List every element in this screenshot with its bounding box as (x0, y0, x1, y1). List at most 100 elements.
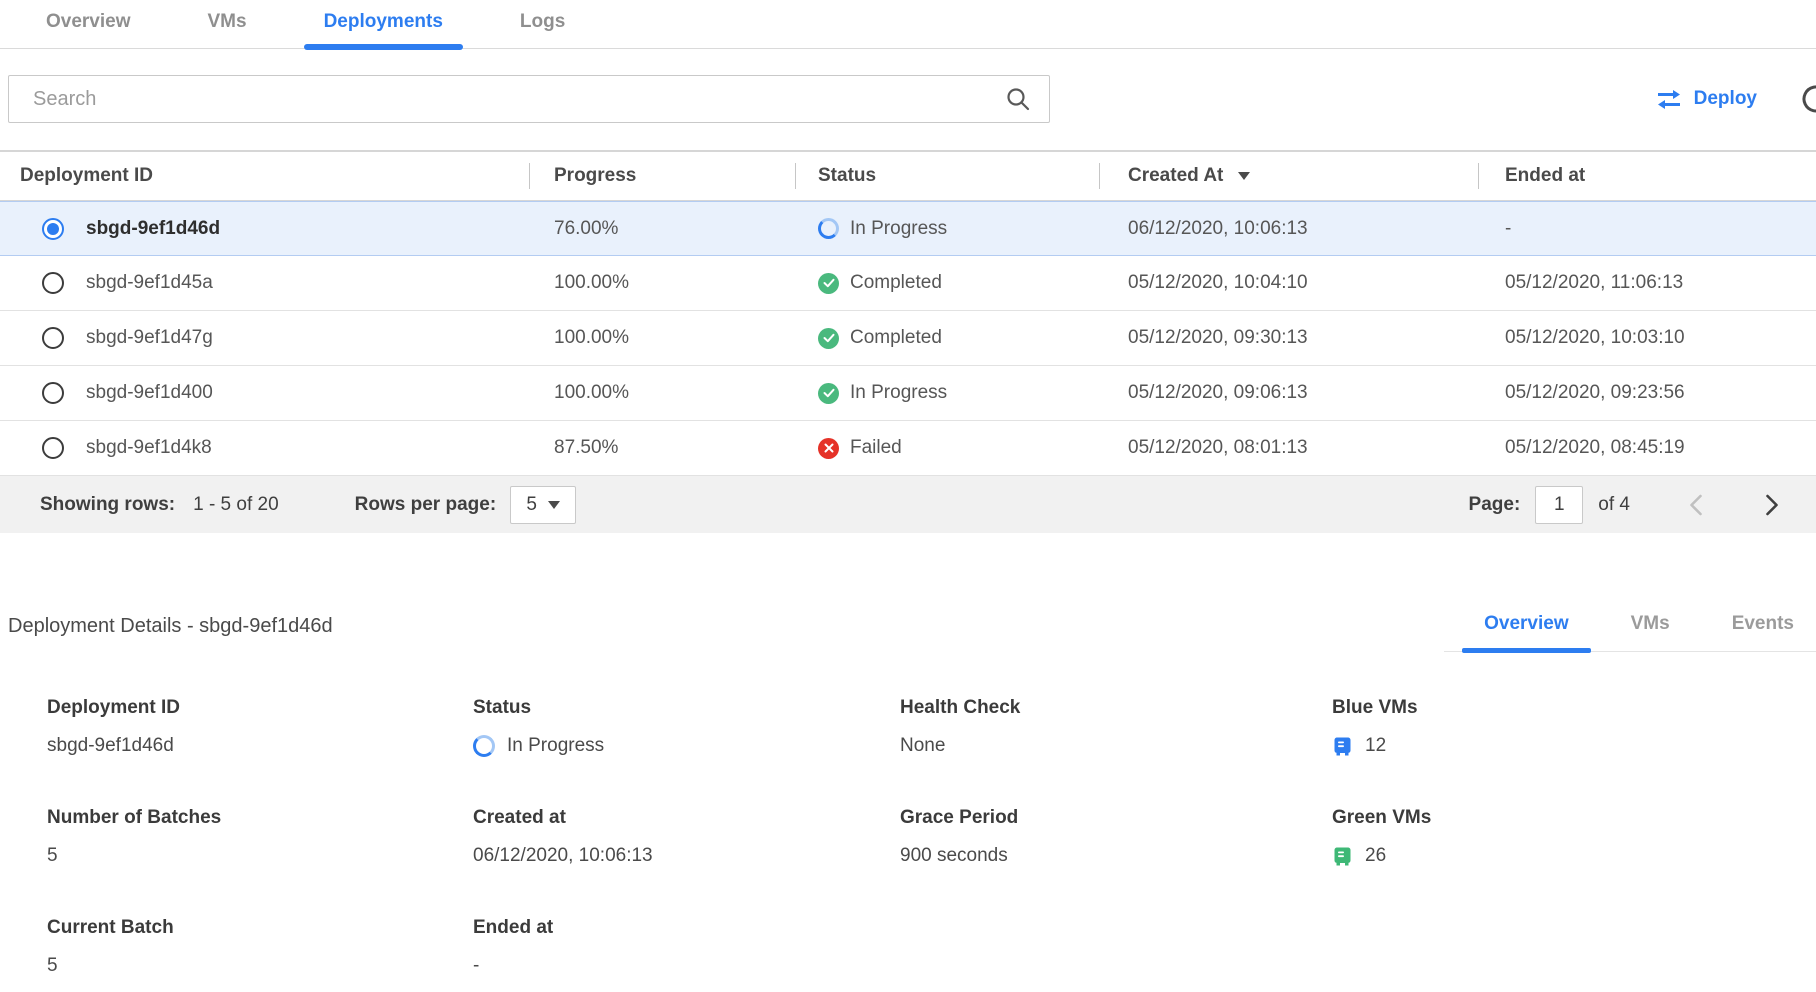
field-label: Status (473, 697, 900, 719)
field-current-batch: Current Batch 5 (47, 917, 473, 978)
main-tabbar: Overview VMs Deployments Logs (0, 0, 1816, 49)
created-at-value: 05/12/2020, 08:01:13 (1099, 437, 1478, 459)
rows-per-page-value: 5 (526, 494, 537, 516)
ended-at-value: 05/12/2020, 09:23:56 (1478, 382, 1816, 404)
field-value: - (473, 955, 479, 977)
radio-button[interactable] (42, 218, 64, 240)
previous-page-icon[interactable] (1676, 485, 1716, 525)
toolbar-actions: Deploy (1655, 82, 1816, 116)
tab-overview[interactable]: Overview (26, 0, 151, 48)
tab-logs[interactable]: Logs (500, 0, 585, 48)
showing-rows-label: Showing rows: (40, 494, 175, 516)
field-green-vms: Green VMs 26 (1332, 807, 1816, 868)
field-value: None (900, 735, 945, 757)
field-value: 12 (1365, 735, 1386, 757)
field-value: sbgd-9ef1d46d (47, 735, 174, 757)
in-progress-spinner-icon (818, 218, 839, 239)
page-number-input[interactable] (1535, 486, 1583, 524)
ended-at-value: - (1478, 218, 1816, 240)
details-grid: Deployment ID sbgd-9ef1d46d Status In Pr… (0, 652, 1816, 978)
column-header-created-at[interactable]: Created At (1099, 152, 1478, 200)
field-ended-at: Ended at - (473, 917, 900, 978)
radio-button[interactable] (42, 272, 64, 294)
table-row[interactable]: sbgd-9ef1d47g 100.00% Completed 05/12/20… (0, 311, 1816, 366)
field-label: Created at (473, 807, 900, 829)
table-row[interactable]: sbgd-9ef1d400 100.00% In Progress 05/12/… (0, 366, 1816, 421)
sort-desc-icon (1238, 172, 1250, 180)
completed-check-icon (818, 273, 839, 294)
refresh-icon[interactable] (1799, 82, 1816, 116)
deployment-id: sbgd-9ef1d400 (86, 382, 213, 404)
field-number-of-batches: Number of Batches 5 (47, 807, 473, 868)
column-header-ended-at: Ended at (1478, 152, 1816, 200)
search-icon (1005, 86, 1031, 112)
status-label: Completed (850, 327, 942, 349)
radio-button[interactable] (42, 327, 64, 349)
deployment-id: sbgd-9ef1d4k8 (86, 437, 212, 459)
showing-rows-value: 1 - 5 of 20 (193, 494, 279, 516)
deploy-button[interactable]: Deploy (1655, 88, 1757, 110)
details-tab-overview[interactable]: Overview (1462, 607, 1591, 651)
details-tab-vms[interactable]: VMs (1609, 607, 1692, 651)
field-created-at: Created at 06/12/2020, 10:06:13 (473, 807, 900, 868)
created-at-value: 05/12/2020, 10:04:10 (1099, 272, 1478, 294)
table-row[interactable]: sbgd-9ef1d4k8 87.50% Failed 05/12/2020, … (0, 421, 1816, 476)
column-header-progress: Progress (529, 152, 795, 200)
deployment-id: sbgd-9ef1d45a (86, 272, 213, 294)
column-header-deployment-id: Deployment ID (0, 152, 529, 200)
deploy-label: Deploy (1694, 88, 1757, 110)
chevron-down-icon (548, 501, 560, 509)
page-total: of 4 (1598, 494, 1630, 516)
table-row[interactable]: sbgd-9ef1d45a 100.00% Completed 05/12/20… (0, 256, 1816, 311)
progress-value: 100.00% (529, 382, 795, 404)
field-label: Number of Batches (47, 807, 473, 829)
table-footer: Showing rows: 1 - 5 of 20 Rows per page:… (0, 476, 1816, 533)
field-label: Grace Period (900, 807, 1332, 829)
toolbar: Deploy (8, 75, 1816, 123)
page-controls: Page: of 4 (1469, 485, 1792, 525)
completed-check-icon (818, 383, 839, 404)
status-label: In Progress (850, 218, 947, 240)
column-header-status: Status (795, 152, 1099, 200)
status-label: In Progress (850, 382, 947, 404)
field-value: 06/12/2020, 10:06:13 (473, 845, 653, 867)
field-label: Deployment ID (47, 697, 473, 719)
radio-button[interactable] (42, 382, 64, 404)
field-grace-period: Grace Period 900 seconds (900, 807, 1332, 868)
field-blue-vms: Blue VMs 12 (1332, 697, 1816, 758)
status-label: Failed (850, 437, 902, 459)
created-at-label: Created At (1128, 165, 1223, 187)
in-progress-spinner-icon (473, 735, 495, 757)
table-header: Deployment ID Progress Status Created At… (0, 152, 1816, 202)
field-label: Health Check (900, 697, 1332, 719)
field-label: Ended at (473, 917, 900, 939)
field-health-check: Health Check None (900, 697, 1332, 758)
progress-value: 87.50% (529, 437, 795, 459)
tab-deployments[interactable]: Deployments (304, 0, 463, 48)
ended-at-value: 05/12/2020, 11:06:13 (1478, 272, 1816, 294)
field-label: Green VMs (1332, 807, 1816, 829)
green-vm-icon (1332, 846, 1353, 867)
blue-vm-icon (1332, 736, 1353, 757)
radio-button[interactable] (42, 437, 64, 459)
failed-x-icon (818, 438, 839, 459)
details-tab-events[interactable]: Events (1710, 607, 1816, 651)
field-value: In Progress (507, 735, 604, 757)
field-status: Status In Progress (473, 697, 900, 758)
swap-arrows-icon (1655, 89, 1683, 110)
progress-value: 100.00% (529, 272, 795, 294)
created-at-value: 05/12/2020, 09:06:13 (1099, 382, 1478, 404)
deployment-id: sbgd-9ef1d47g (86, 327, 213, 349)
search-input[interactable] (33, 88, 1005, 111)
field-value: 5 (47, 955, 58, 977)
field-value: 26 (1365, 845, 1386, 867)
rows-per-page-select[interactable]: 5 (510, 486, 576, 524)
progress-value: 100.00% (529, 327, 795, 349)
table-row[interactable]: sbgd-9ef1d46d 76.00% In Progress 06/12/2… (0, 201, 1816, 256)
page-label: Page: (1469, 494, 1521, 516)
next-page-icon[interactable] (1752, 485, 1792, 525)
tab-vms[interactable]: VMs (188, 0, 267, 48)
field-value: 900 seconds (900, 845, 1008, 867)
field-label: Blue VMs (1332, 697, 1816, 719)
progress-value: 76.00% (529, 218, 795, 240)
